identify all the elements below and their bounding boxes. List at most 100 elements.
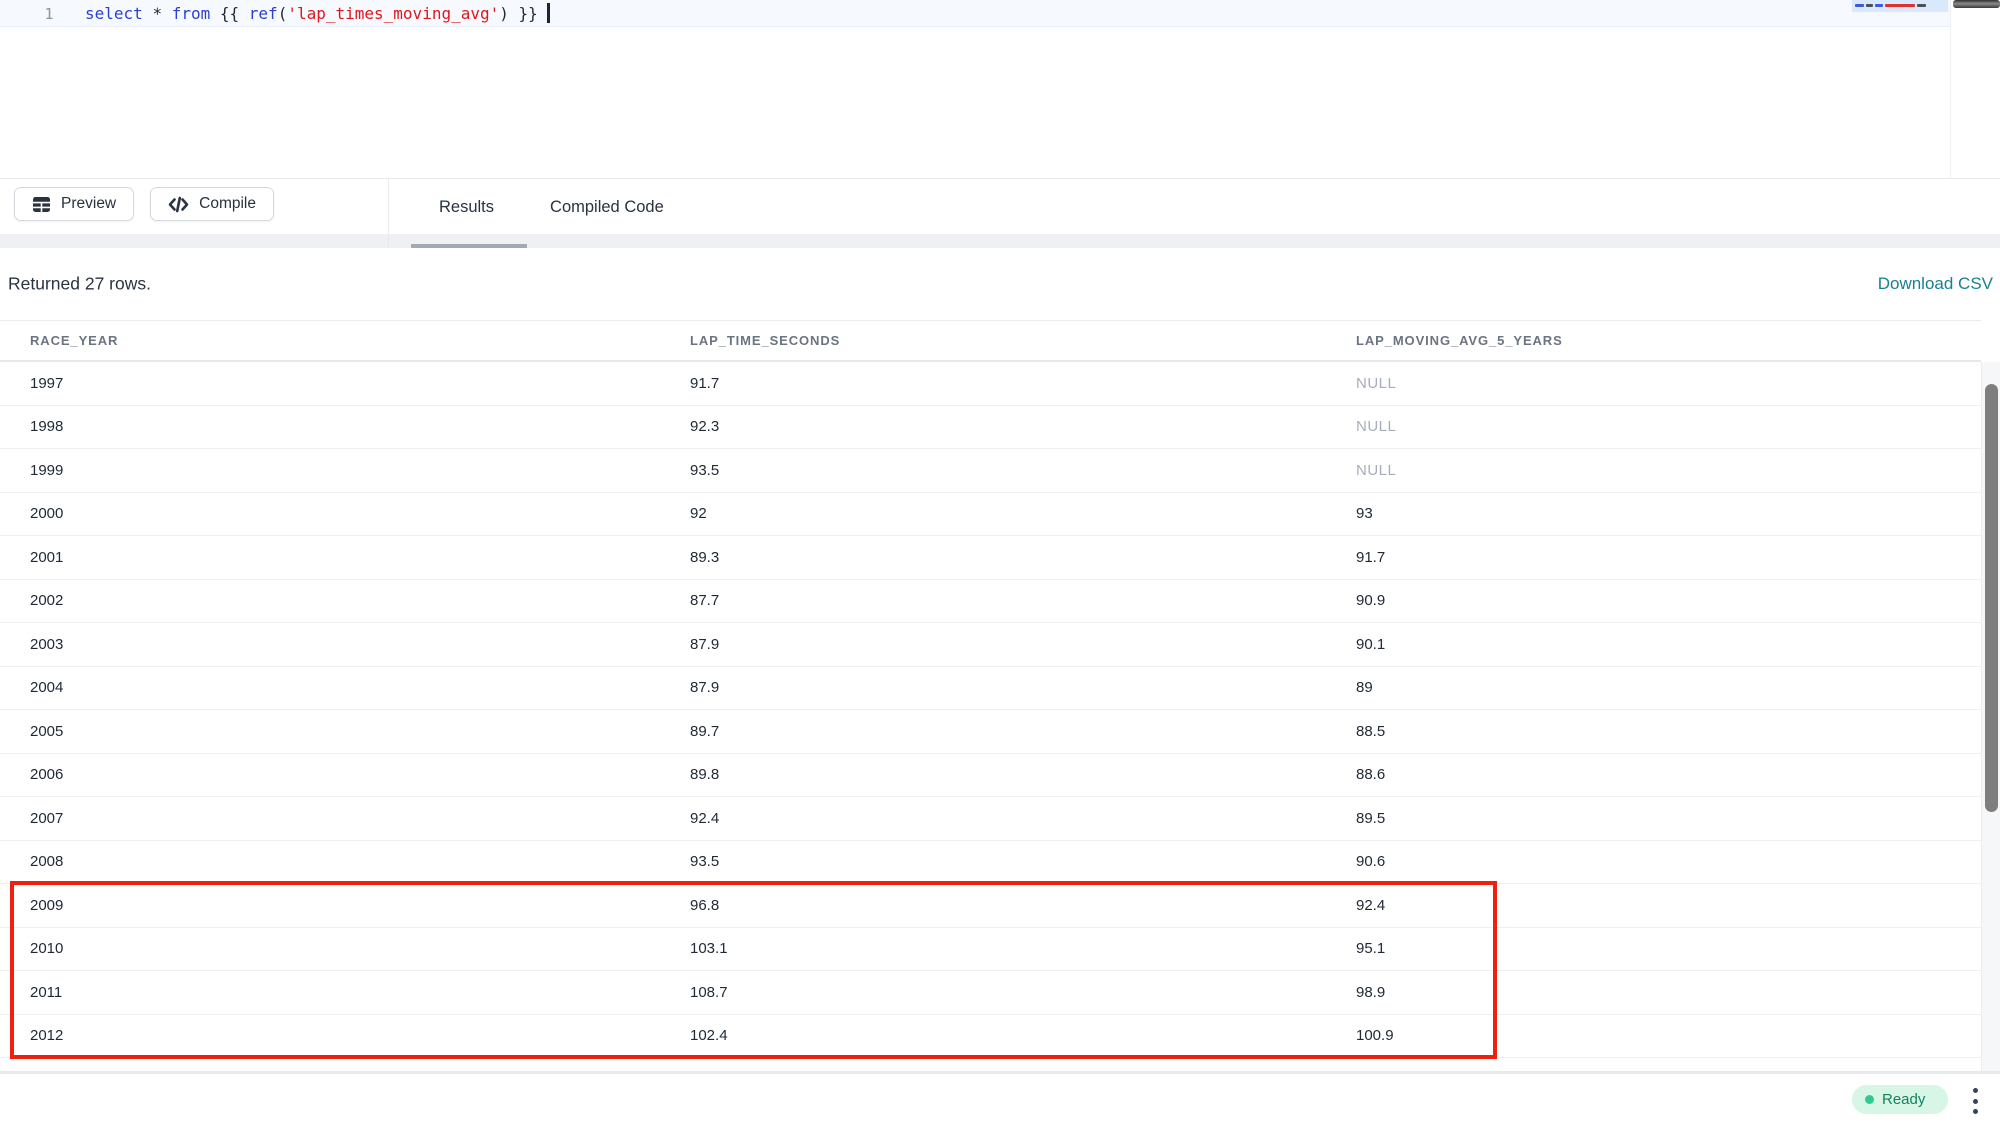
table-cell-lap-time-seconds: 96.8 <box>660 897 1326 914</box>
code-editor[interactable]: 1 select * from {{ ref('lap_times_moving… <box>0 0 2000 178</box>
table-cell-lap-time-seconds: 102.4 <box>660 1027 1326 1044</box>
table-scrollbar-thumb[interactable] <box>1985 384 1998 812</box>
code-token: ref <box>249 4 278 23</box>
table-cell-lap-moving-avg-5-years: 88.5 <box>1326 723 1981 740</box>
table-cell-race-year: 2012 <box>0 1027 660 1044</box>
table-cell-lap-time-seconds: 92 <box>660 505 1326 522</box>
table-cell-race-year: 2001 <box>0 549 660 566</box>
table-cell-race-year: 1998 <box>0 418 660 435</box>
table-cell-lap-moving-avg-5-years: NULL <box>1326 462 1981 479</box>
table-row: 2012102.4100.9 <box>0 1015 1981 1059</box>
results-tabs: Results Compiled Code <box>411 179 692 235</box>
row-count-summary: Returned 27 rows. <box>8 274 151 295</box>
action-buttons: Preview Compile <box>14 187 274 221</box>
code-token: from <box>172 4 211 23</box>
table-cell-lap-time-seconds: 87.9 <box>660 679 1326 696</box>
table-cell-race-year: 2002 <box>0 592 660 609</box>
table-cell-lap-time-seconds: 93.5 <box>660 853 1326 870</box>
compile-button-label: Compile <box>199 195 256 213</box>
table-row: 200487.989 <box>0 667 1981 711</box>
scrollbar-corner-handle[interactable] <box>1953 0 2000 8</box>
code-brackets-icon <box>168 196 189 213</box>
table-cell-lap-time-seconds: 87.9 <box>660 636 1326 653</box>
results-toolbar: Preview Compile Results Compiled Code <box>0 178 2000 248</box>
table-grid-icon <box>32 196 51 213</box>
table-cell-lap-time-seconds: 92.4 <box>660 810 1326 827</box>
table-cell-lap-time-seconds: 108.7 <box>660 984 1326 1001</box>
code-token: }} <box>509 4 538 23</box>
table-row: 200387.990.1 <box>0 623 1981 667</box>
table-cell-race-year: 2007 <box>0 810 660 827</box>
table-cell-lap-time-seconds: 87.7 <box>660 592 1326 609</box>
code-token: 'lap_times_moving_avg' <box>287 4 499 23</box>
table-cell-lap-time-seconds: 93.5 <box>660 462 1326 479</box>
table-row: 199892.3NULL <box>0 406 1981 450</box>
toolbar-divider <box>388 179 389 249</box>
table-cell-lap-moving-avg-5-years: 90.1 <box>1326 636 1981 653</box>
download-csv-link[interactable]: Download CSV <box>1878 274 1993 294</box>
table-cell-lap-time-seconds: 89.8 <box>660 766 1326 783</box>
table-row: 2010103.195.1 <box>0 928 1981 972</box>
minimap-code-mark <box>1875 4 1883 7</box>
table-cell-race-year: 2010 <box>0 940 660 957</box>
code-token: ) <box>499 4 509 23</box>
table-cell-lap-moving-avg-5-years: 90.6 <box>1326 853 1981 870</box>
editor-scrollbar-separator <box>1950 0 1951 178</box>
table-cell-race-year: 1997 <box>0 375 660 392</box>
table-cell-lap-moving-avg-5-years: 98.9 <box>1326 984 1981 1001</box>
table-cell-race-year: 2008 <box>0 853 660 870</box>
preview-button-label: Preview <box>61 195 116 213</box>
table-row: 200893.590.6 <box>0 841 1981 885</box>
code-token <box>162 4 172 23</box>
code-token: select <box>85 4 143 23</box>
table-cell-lap-moving-avg-5-years: 100.9 <box>1326 1027 1981 1044</box>
table-cell-race-year: 2009 <box>0 897 660 914</box>
table-row: 20009293 <box>0 493 1981 537</box>
table-row: 200189.391.7 <box>0 536 1981 580</box>
table-row: 199791.7NULL <box>0 362 1981 406</box>
table-cell-lap-moving-avg-5-years: 89 <box>1326 679 1981 696</box>
table-cell-race-year: 2003 <box>0 636 660 653</box>
table-cell-race-year: 2000 <box>0 505 660 522</box>
table-row: 2011108.798.9 <box>0 971 1981 1015</box>
toolbar-bottom-strip <box>0 234 2000 248</box>
minimap[interactable] <box>1852 0 1948 40</box>
minimap-code-mark <box>1885 4 1915 7</box>
table-cell-lap-moving-avg-5-years: 92.4 <box>1326 897 1981 914</box>
code-token <box>143 4 153 23</box>
table-scrollbar-track[interactable] <box>1981 362 2000 1071</box>
code-token: {{ <box>210 4 249 23</box>
kebab-menu-icon[interactable] <box>1969 1088 1981 1114</box>
code-token: * <box>152 4 162 23</box>
table-cell-lap-moving-avg-5-years: 91.7 <box>1326 549 1981 566</box>
results-info-bar: Returned 27 rows. Download CSV <box>0 248 2000 320</box>
table-cell-lap-moving-avg-5-years: NULL <box>1326 418 1981 435</box>
code-token: ( <box>278 4 288 23</box>
table-cell-race-year: 2005 <box>0 723 660 740</box>
tab-compiled-code[interactable]: Compiled Code <box>522 179 692 235</box>
minimap-code-mark <box>1855 4 1864 7</box>
minimap-code-mark <box>1917 4 1926 7</box>
preview-button[interactable]: Preview <box>14 187 134 221</box>
table-cell-lap-moving-avg-5-years: 89.5 <box>1326 810 1981 827</box>
tab-results[interactable]: Results <box>411 179 522 235</box>
table-row: 200287.790.9 <box>0 580 1981 624</box>
status-bar: Ready <box>0 1074 2000 1124</box>
column-header-race-year: RACE_YEAR <box>0 333 660 348</box>
ready-status-label: Ready <box>1882 1091 1925 1108</box>
results-table-body: 199791.7NULL199892.3NULL199993.5NULL2000… <box>0 362 1981 1058</box>
table-cell-lap-moving-avg-5-years: 93 <box>1326 505 1981 522</box>
table-cell-lap-moving-avg-5-years: 95.1 <box>1326 940 1981 957</box>
minimap-code-mark <box>1866 4 1873 7</box>
text-cursor <box>547 3 550 23</box>
ready-status-dot-icon <box>1865 1095 1874 1104</box>
code-line[interactable]: select * from {{ ref('lap_times_moving_a… <box>85 2 550 26</box>
compile-button[interactable]: Compile <box>150 187 274 221</box>
table-cell-lap-time-seconds: 103.1 <box>660 940 1326 957</box>
table-cell-lap-time-seconds: 89.3 <box>660 549 1326 566</box>
table-cell-lap-moving-avg-5-years: NULL <box>1326 375 1981 392</box>
table-row: 200589.788.5 <box>0 710 1981 754</box>
table-cell-lap-moving-avg-5-years: 90.9 <box>1326 592 1981 609</box>
table-row: 200689.888.6 <box>0 754 1981 798</box>
results-table-header: RACE_YEAR LAP_TIME_SECONDS LAP_MOVING_AV… <box>0 320 1981 362</box>
